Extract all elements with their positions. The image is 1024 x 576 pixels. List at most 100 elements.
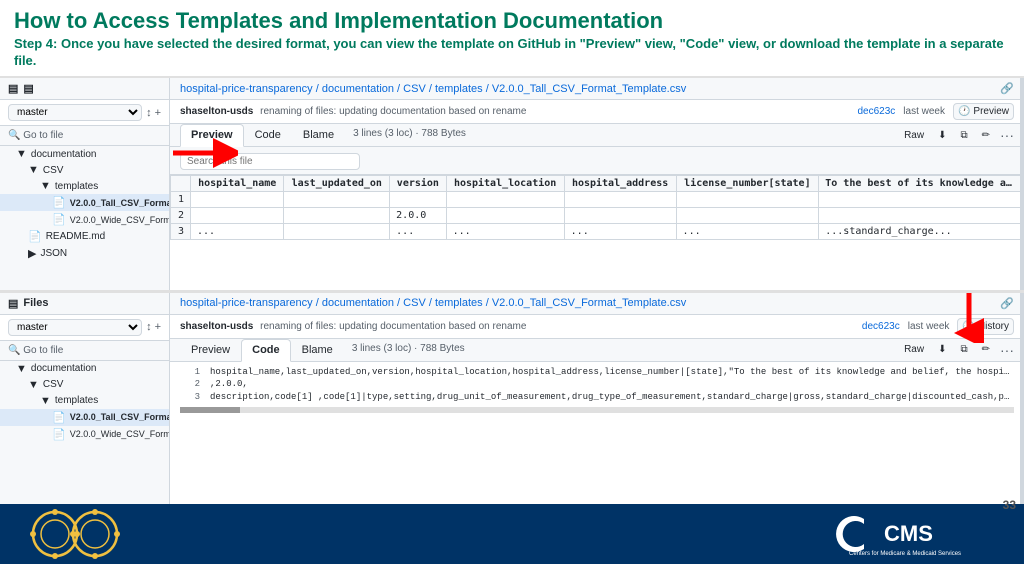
tree-folder-templates-2[interactable]: ▼ templates (0, 393, 169, 409)
folder-icon: ▼ (28, 379, 39, 391)
branch-sync-icon-2[interactable]: ↕ (146, 321, 152, 333)
commit-info-2: shaselton-usds renaming of files: updati… (170, 315, 1024, 339)
branch-dropdown[interactable]: master (8, 104, 142, 121)
code-line-2: 2 ,2.0.0, (180, 378, 1014, 391)
tree-folder-documentation[interactable]: ▼ documentation (0, 146, 169, 162)
table-col-hospital-name: hospital_name (191, 176, 284, 192)
breadcrumb-text-1: hospital-price-transparency / documentat… (180, 83, 686, 95)
history-button-1[interactable]: 🕐 Preview (953, 103, 1014, 120)
tree-file-readme[interactable]: 📄 README.md (0, 228, 169, 245)
code-text-3: description,code[1] ,code[1]|type,settin… (210, 391, 1014, 404)
copy-button-2[interactable]: ⧉ (956, 342, 971, 357)
commit-message-2: renaming of files: updating documentatio… (260, 321, 526, 332)
file-icon: 📄 (28, 230, 42, 243)
download-file-button-2[interactable]: ⬇ (934, 342, 950, 357)
tree-label-templates: templates (55, 181, 98, 192)
tab-blame-1[interactable]: Blame (292, 124, 345, 146)
goto-file-label-2: Go to file (23, 345, 63, 356)
commit-hash-2: dec623c (862, 321, 900, 332)
tab-meta-2: 3 lines (3 loc) · 788 Bytes (344, 339, 473, 361)
tree-folder-templates[interactable]: ▼ templates (0, 178, 169, 194)
tab-blame-2[interactable]: Blame (291, 339, 344, 361)
svg-text:Centers for Medicare & Medicai: Centers for Medicare & Medicaid Services (849, 551, 961, 557)
branch-dropdown-2[interactable]: master (8, 319, 142, 336)
cms-logo: CMS Centers for Medicare & Medicaid Serv… (834, 509, 994, 559)
clock-icon: 🕐 (958, 106, 970, 117)
files-icon-2: ▤ (8, 297, 18, 310)
search-icon: 🔍 (8, 130, 20, 141)
goto-file-2[interactable]: 🔍 Go to file (0, 341, 169, 361)
tree-folder-csv-2[interactable]: ▼ CSV (0, 377, 169, 393)
file-tabs-1: Preview Code Blame 3 lines (3 loc) · 788… (170, 124, 1024, 147)
file-icon: 📄 (52, 213, 66, 226)
folder-icon: ▼ (40, 180, 51, 192)
goto-file-label: Go to file (23, 130, 63, 141)
goto-file[interactable]: 🔍 Go to file (0, 126, 169, 146)
tree-folder-json[interactable]: ▶ JSON (0, 245, 169, 262)
more-options-button-1[interactable]: ··· (1000, 127, 1014, 143)
tab-code-2[interactable]: Code (241, 339, 291, 362)
tree-label-tall-csv: V2.0.0_Tall_CSV_Format_Tem... (70, 198, 170, 208)
tree-label-templates-2: templates (55, 395, 98, 406)
page-title: How to Access Templates and Implementati… (14, 8, 1010, 34)
clock-icon-2: 🕐 (962, 321, 974, 332)
branch-add-icon-2[interactable]: + (155, 321, 161, 333)
table-col-location: hospital_location (446, 176, 564, 192)
table-row: 2 2.0.0 (171, 208, 1024, 224)
scrollbar-2[interactable] (1020, 293, 1024, 505)
history-label: Preview (973, 106, 1009, 117)
table-col-license: license_number[state] (676, 176, 819, 192)
breadcrumb-text-2: hospital-price-transparency / documentat… (180, 297, 686, 309)
folder-icon: ▼ (16, 148, 27, 160)
code-line-1: 1 hospital_name,last_updated_on,version,… (180, 366, 1014, 379)
table-col-num (171, 176, 191, 192)
download-file-button-1[interactable]: ⬇ (934, 128, 950, 143)
branch-selector[interactable]: master ↕ + (0, 100, 169, 126)
tree-label-json: JSON (40, 248, 67, 259)
breadcrumb-2: hospital-price-transparency / documentat… (170, 293, 1024, 315)
more-options-button-2[interactable]: ··· (1000, 342, 1014, 358)
commit-author-1: shaselton-usds (180, 106, 253, 117)
history-label-2: History (978, 321, 1009, 332)
code-text-2: ,2.0.0, (210, 378, 248, 391)
page-subtitle: Step 4: Once you have selected the desir… (14, 36, 1010, 70)
copy-button-1[interactable]: ⧉ (956, 128, 971, 143)
tab-code-1[interactable]: Code (244, 124, 292, 146)
tree-label-documentation: documentation (31, 149, 97, 160)
edit-button-1[interactable]: ✏ (978, 128, 994, 143)
raw-button-2[interactable]: Raw (900, 342, 928, 357)
tree-file-wide-csv[interactable]: 📄 V2.0.0_Wide_CSV_Format_Te... (0, 211, 169, 228)
branch-selector-2[interactable]: master ↕ + (0, 315, 169, 341)
branch-sync-icon[interactable]: ↕ (146, 107, 152, 119)
tree-label-csv: CSV (43, 165, 64, 176)
scrollbar-1[interactable] (1020, 78, 1024, 290)
commit-info-1: shaselton-usds renaming of files: updati… (170, 100, 1024, 124)
table-row: 3 ..................standard_charge... (171, 224, 1024, 240)
folder-icon: ▼ (40, 395, 51, 407)
commit-hash-1: dec623c (857, 106, 895, 117)
branch-add-icon[interactable]: + (155, 107, 161, 119)
edit-button-2[interactable]: ✏ (978, 342, 994, 357)
link-icon-2: 🔗 (1000, 297, 1014, 310)
code-text-1: hospital_name,last_updated_on,version,ho… (210, 366, 1014, 379)
line-number-3: 3 (180, 391, 200, 404)
history-button-2[interactable]: 🕐 History (957, 318, 1014, 335)
tree-file-tall-csv-2[interactable]: 📄 V2.0.0_Tall_CSV_Format_Tem... (0, 409, 169, 426)
commit-message-1: renaming of files: updating documentatio… (260, 106, 526, 117)
file-icon: 📄 (52, 196, 66, 209)
line-number-1: 1 (180, 366, 200, 379)
table-col-updated: last_updated_on (284, 176, 390, 192)
tree-folder-documentation-2[interactable]: ▼ documentation (0, 361, 169, 377)
breadcrumb-1: hospital-price-transparency / documentat… (170, 78, 1024, 100)
search-input-1[interactable] (180, 153, 360, 170)
cms-logo-svg: CMS Centers for Medicare & Medicaid Serv… (834, 509, 994, 559)
tab-preview-2[interactable]: Preview (180, 339, 241, 361)
tab-preview-1[interactable]: Preview (180, 124, 244, 147)
footer-circles-svg (30, 505, 150, 563)
tree-file-wide-csv-2[interactable]: 📄 V2.0.0_Wide_CSV_Format_Te... (0, 426, 169, 443)
raw-button-1[interactable]: Raw (900, 128, 928, 143)
tree-file-tall-csv[interactable]: 📄 V2.0.0_Tall_CSV_Format_Tem... (0, 194, 169, 211)
files-header-2: ▤ Files (0, 293, 169, 315)
tab-meta-1: 3 lines (3 loc) · 788 Bytes (345, 124, 474, 146)
tree-folder-csv[interactable]: ▼ CSV (0, 162, 169, 178)
